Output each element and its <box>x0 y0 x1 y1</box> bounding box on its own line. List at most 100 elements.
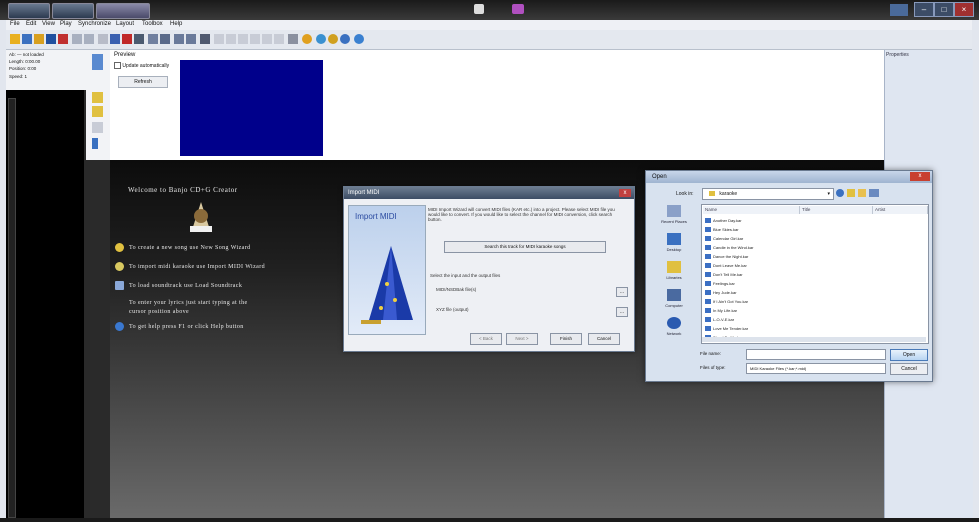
sync-icon[interactable] <box>174 34 184 44</box>
file-row[interactable]: L-O-V-E.kar <box>705 316 734 324</box>
page-icon[interactable] <box>262 34 272 44</box>
file-row[interactable]: Don't Tell Me.kar <box>705 271 743 279</box>
file-list-scrollbar[interactable] <box>702 337 926 342</box>
copy-icon[interactable] <box>110 34 120 44</box>
file-row[interactable]: Feelings.kar <box>705 280 735 288</box>
help-icon[interactable] <box>354 34 364 44</box>
new-folder-icon[interactable] <box>858 189 866 197</box>
pointer-icon[interactable] <box>92 138 98 149</box>
save-icon[interactable] <box>46 34 56 44</box>
page-icon[interactable] <box>238 34 248 44</box>
close-button[interactable]: × <box>954 2 974 17</box>
import-dialog-titlebar[interactable]: Import MIDI x <box>344 187 634 199</box>
next-button[interactable]: Next > <box>506 333 538 345</box>
redo-icon[interactable] <box>84 34 94 44</box>
globe-icon[interactable] <box>316 34 326 44</box>
open-dialog-titlebar[interactable]: Open x <box>646 171 932 183</box>
refresh-button[interactable]: Refresh <box>118 76 168 88</box>
place-libraries[interactable]: Libraries <box>654 261 694 280</box>
text-color-icon[interactable] <box>122 34 132 44</box>
output-file-browse-button[interactable]: ... <box>616 307 628 317</box>
file-row[interactable]: Dance the Night.kar <box>705 253 748 261</box>
folder-icon[interactable] <box>92 92 103 103</box>
timeline-scrollbar[interactable] <box>8 98 16 518</box>
column-header-title[interactable]: Title <box>800 206 873 214</box>
open-dialog-close-button[interactable]: x <box>910 172 930 181</box>
file-row[interactable]: Dont Leave Me.kar <box>705 262 747 270</box>
align-icon[interactable] <box>160 34 170 44</box>
file-name-input[interactable] <box>746 349 886 360</box>
open-dialog-cancel-button[interactable]: Cancel <box>890 363 928 375</box>
wizard-icon[interactable] <box>22 34 32 44</box>
star-icon[interactable] <box>328 34 338 44</box>
play-icon[interactable] <box>134 34 144 44</box>
update-checkbox[interactable]: Update automatically <box>114 62 169 69</box>
media-icon[interactable] <box>512 4 524 14</box>
open-button[interactable]: Open <box>890 349 928 361</box>
grid-icon[interactable] <box>148 34 158 44</box>
file-row[interactable]: Another Day.kar <box>705 217 742 225</box>
page-icon[interactable] <box>250 34 260 44</box>
person-icon[interactable] <box>200 34 210 44</box>
menu-file[interactable]: File <box>10 21 20 27</box>
menu-edit[interactable]: Edit <box>26 21 36 27</box>
file-row[interactable]: If I Ain't Got You.kar <box>705 298 748 306</box>
monitor-icon[interactable] <box>92 54 103 70</box>
document-icon[interactable] <box>474 4 484 14</box>
cancel-button[interactable]: Cancel <box>588 333 620 345</box>
import-dialog-close-button[interactable]: x <box>619 189 631 197</box>
new-icon[interactable] <box>10 34 20 44</box>
back-button[interactable]: < Back <box>470 333 502 345</box>
file-list[interactable]: Name Title Artist Another Day.kar Blue S… <box>701 204 929 344</box>
menu-toolbox[interactable]: Toolbox <box>142 21 163 27</box>
page-icon[interactable] <box>214 34 224 44</box>
file-row[interactable]: Calendar Girl.kar <box>705 235 743 243</box>
open-icon[interactable] <box>34 34 44 44</box>
timeline-panel[interactable] <box>6 90 84 518</box>
file-row[interactable]: Hey Jude.kar <box>705 289 737 297</box>
view-menu-icon[interactable] <box>869 189 879 197</box>
file-row[interactable]: In My Life.kar <box>705 307 737 315</box>
taskbar-app-button[interactable] <box>8 3 50 19</box>
up-folder-icon[interactable] <box>847 189 855 197</box>
menu-synchronize[interactable]: Synchronize <box>78 21 111 27</box>
menu-view[interactable]: View <box>42 21 55 27</box>
welcome-line-new-song[interactable]: To create a new song use New Song Wizard <box>129 245 251 251</box>
checkbox-icon[interactable] <box>114 62 121 69</box>
menu-layout[interactable]: Layout <box>116 21 134 27</box>
page-icon[interactable] <box>92 122 103 133</box>
welcome-line-soundtrack[interactable]: To load soundtrack use Load Soundtrack <box>129 283 242 289</box>
place-computer[interactable]: Computer <box>654 289 694 308</box>
cut-icon[interactable] <box>98 34 108 44</box>
file-type-select[interactable]: MIDI Karaoke Files (*.kar;*.mid) <box>746 363 886 374</box>
search-icon[interactable] <box>302 34 312 44</box>
sync-back-icon[interactable] <box>186 34 196 44</box>
undo-icon[interactable] <box>72 34 82 44</box>
settings-icon[interactable] <box>340 34 350 44</box>
menu-help[interactable]: Help <box>170 21 182 27</box>
menu-play[interactable]: Play <box>60 21 72 27</box>
midi-file-browse-button[interactable]: ... <box>616 287 628 297</box>
column-header-name[interactable]: Name <box>703 206 800 214</box>
place-recent[interactable]: Recent Places <box>654 205 694 224</box>
file-row[interactable]: Blue Skies.kar <box>705 226 739 234</box>
record-icon[interactable] <box>58 34 68 44</box>
page-icon[interactable] <box>226 34 236 44</box>
welcome-line-import-midi[interactable]: To import midi karaoke use Import MIDI W… <box>129 264 265 270</box>
tag-icon[interactable] <box>288 34 298 44</box>
back-icon[interactable] <box>836 189 844 197</box>
maximize-button[interactable]: □ <box>934 2 954 17</box>
page-icon[interactable] <box>274 34 284 44</box>
taskbar-app-button[interactable] <box>52 3 94 19</box>
file-row[interactable]: Love Me Tender.kar <box>705 325 748 333</box>
place-desktop[interactable]: Desktop <box>654 233 694 252</box>
taskbar-app-button[interactable] <box>96 3 150 19</box>
file-row[interactable]: Candle in the Wind.kar <box>705 244 753 252</box>
place-network[interactable]: Network <box>654 317 694 336</box>
search-midi-button[interactable]: Search this track for MIDI karaoke songs <box>444 241 606 253</box>
minimize-button[interactable]: – <box>914 2 934 17</box>
column-header-artist[interactable]: Artist <box>873 206 928 214</box>
look-in-select[interactable]: karaoke ▾ <box>702 188 834 200</box>
folder-icon[interactable] <box>92 106 103 117</box>
welcome-line-help[interactable]: To get help press F1 or click Help butto… <box>129 324 244 330</box>
